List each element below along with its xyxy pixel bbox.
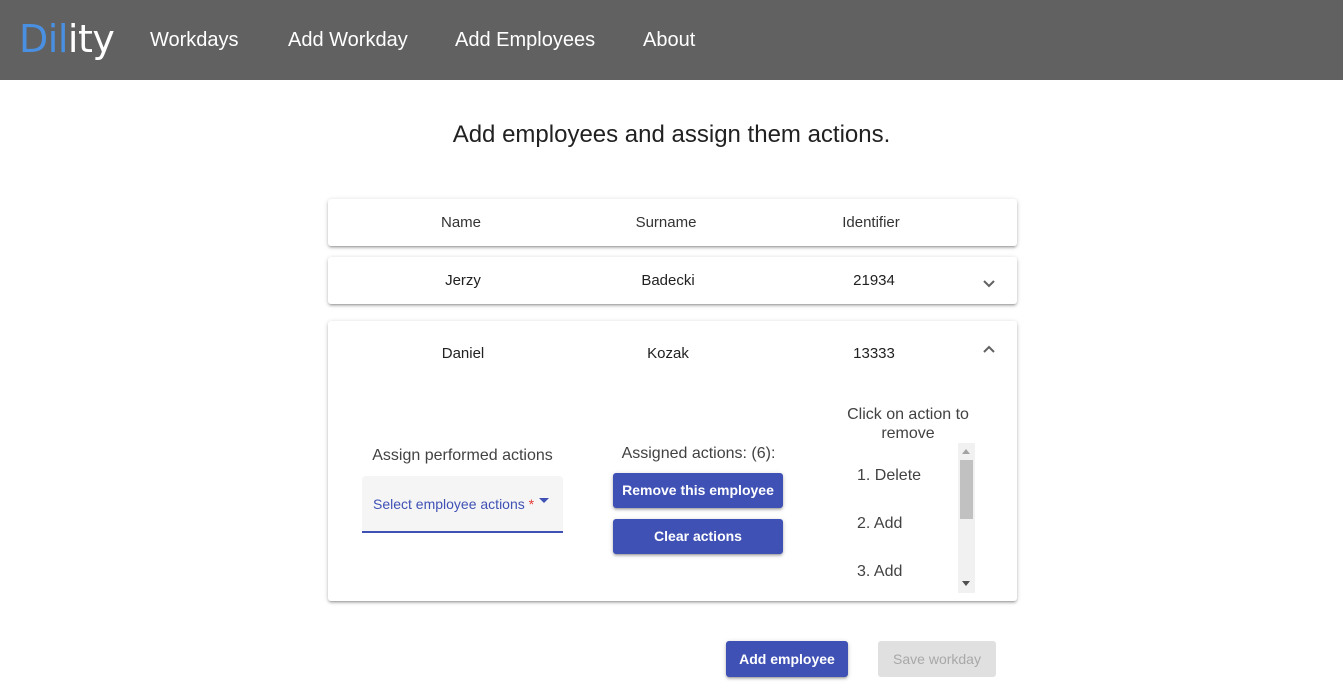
required-mark: * [528, 496, 535, 512]
row-name: Daniel [441, 345, 485, 362]
row-identifier: 13333 [853, 345, 895, 362]
actions-scrollbar[interactable] [958, 443, 975, 593]
row-name: Jerzy [445, 272, 481, 289]
row-surname: Kozak [647, 345, 689, 362]
app-logo[interactable]: Dility [19, 16, 115, 62]
select-placeholder: Select employee actions * [373, 496, 535, 512]
nav-about[interactable]: About [643, 28, 695, 52]
table-header: Name Surname Identifier [328, 199, 1017, 246]
action-item[interactable]: 1. Delete [857, 466, 921, 486]
row-surname: Badecki [641, 272, 695, 289]
action-item[interactable]: 3. Add [857, 562, 902, 582]
header-identifier: Identifier [842, 214, 900, 231]
action-item[interactable]: 2. Add [857, 514, 902, 534]
clear-actions-button[interactable]: Clear actions [613, 519, 783, 554]
assigned-actions-label: Assigned actions: (6): [621, 445, 776, 462]
row-identifier: 21934 [853, 272, 895, 289]
chevron-down-icon[interactable] [979, 273, 999, 293]
page-title: Add employees and assign them actions. [452, 121, 891, 148]
chevron-up-icon[interactable] [979, 340, 999, 360]
employee-actions-select[interactable]: Select employee actions * [362, 476, 563, 533]
nav-add-employees[interactable]: Add Employees [455, 28, 595, 52]
scroll-down-icon[interactable] [962, 581, 970, 586]
remove-hint-label: Click on action to remove [847, 406, 969, 442]
employee-row[interactable]: Jerzy Badecki 21934 [328, 257, 1017, 304]
nav-add-workday[interactable]: Add Workday [288, 28, 408, 52]
add-employee-button[interactable]: Add employee [726, 641, 848, 677]
assign-actions-label: Assign performed actions [372, 447, 553, 464]
logo-accent-text: Dil [19, 17, 68, 61]
remove-employee-button[interactable]: Remove this employee [613, 473, 783, 508]
save-workday-button[interactable]: Save workday [878, 641, 996, 677]
logo-text: ity [67, 17, 115, 61]
scroll-up-icon[interactable] [962, 449, 970, 454]
nav-workdays[interactable]: Workdays [150, 28, 239, 52]
caret-down-icon [539, 498, 549, 503]
scrollbar-thumb[interactable] [960, 460, 973, 519]
header-surname: Surname [635, 214, 697, 231]
header-name: Name [440, 214, 481, 231]
assigned-actions-list[interactable]: 1. Delete 2. Add 3. Add [845, 443, 975, 593]
top-app-bar: Dility Workdays Add Workday Add Employee… [0, 0, 1343, 80]
